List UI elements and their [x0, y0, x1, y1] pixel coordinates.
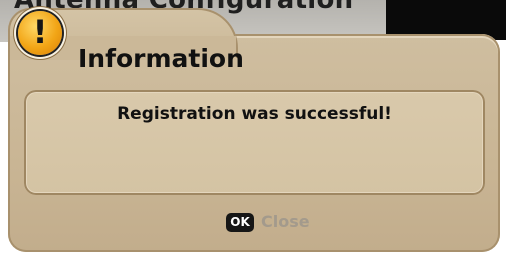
- dialog-message: Registration was successful!: [117, 104, 392, 124]
- message-box: Registration was successful!: [24, 90, 485, 195]
- exclamation-icon: !: [18, 11, 62, 55]
- close-button-label[interactable]: Close: [261, 212, 310, 231]
- dialog-title: Information: [78, 44, 244, 73]
- exclamation-glyph: !: [32, 13, 48, 51]
- ok-key-badge[interactable]: OK: [226, 213, 254, 232]
